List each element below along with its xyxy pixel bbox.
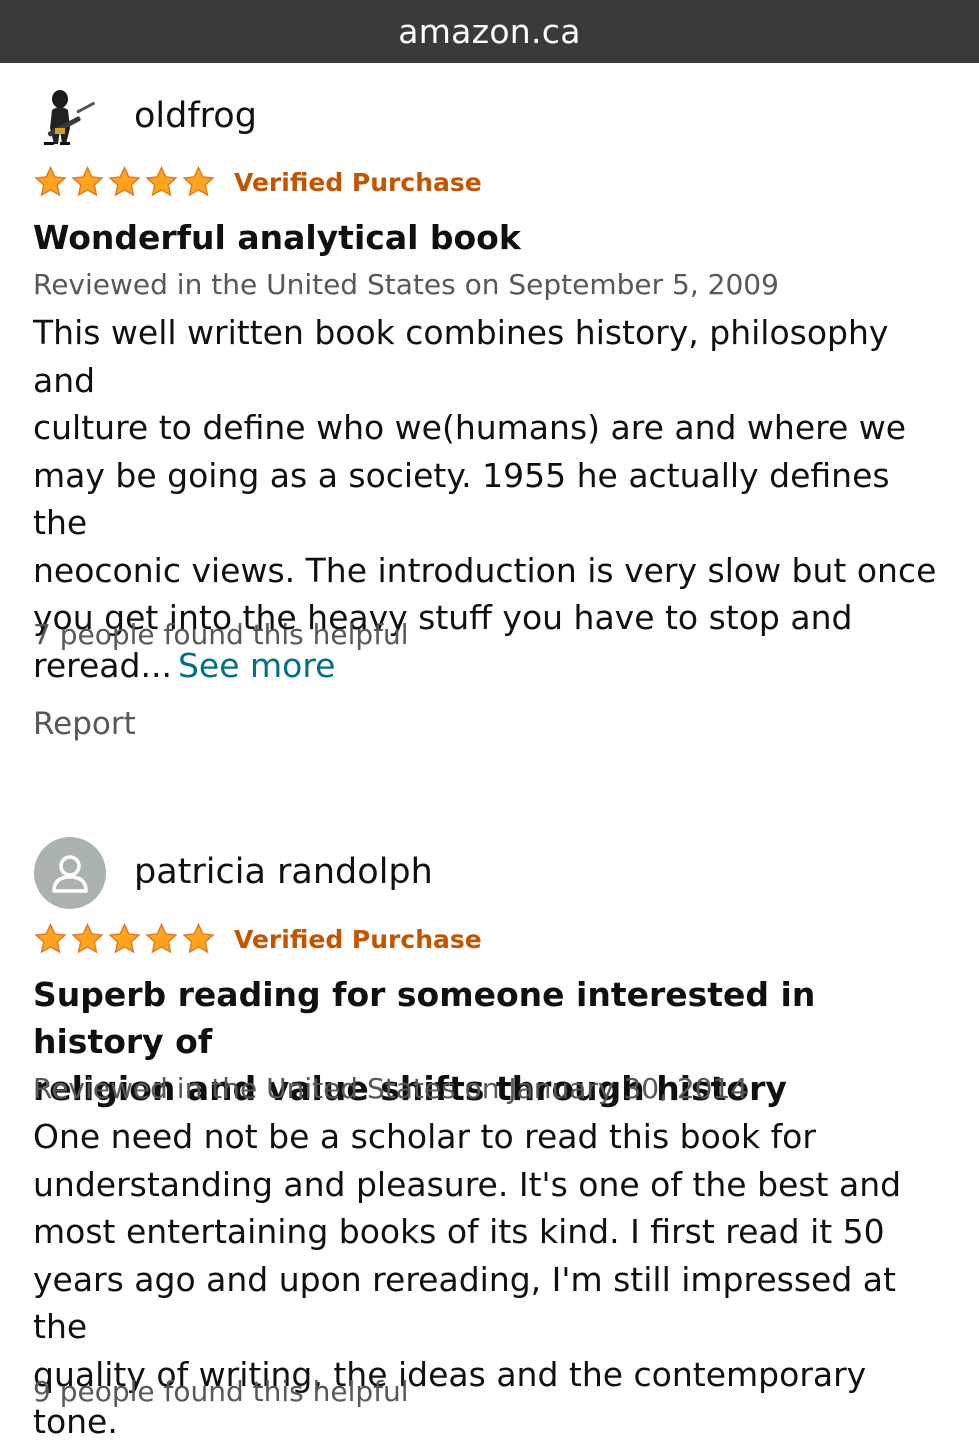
- reviewer-profile[interactable]: patricia randolph: [33, 836, 433, 910]
- star-icon: [71, 165, 104, 197]
- default-user-icon: [34, 837, 106, 909]
- review-body-line: years ago and upon rereading, I'm still …: [33, 1259, 896, 1347]
- review-date: Reviewed in the United States on Septemb…: [33, 268, 779, 301]
- star-icon: [34, 165, 67, 197]
- browser-address-bar[interactable]: amazon.ca: [0, 0, 979, 63]
- star-icon: [182, 922, 215, 954]
- star-icon: [108, 165, 141, 197]
- star-icon: [108, 922, 141, 954]
- reviewer-name[interactable]: oldfrog: [134, 96, 257, 136]
- review-body-line: This well written book combines history,…: [33, 313, 889, 400]
- figure-with-rifle-icon: [44, 90, 95, 145]
- reviewer-profile[interactable]: oldfrog: [33, 80, 257, 154]
- avatar: [33, 80, 107, 154]
- rating-row: Verified Purchase: [33, 162, 482, 202]
- review-body-line: most entertaining books of its kind. I f…: [33, 1212, 885, 1251]
- review-title-line: Superb reading for someone interested in…: [33, 975, 816, 1061]
- review-body-line: neoconic views. The introduction is very…: [33, 550, 937, 590]
- star-rating: [33, 165, 216, 199]
- avatar: [33, 836, 107, 910]
- review-body-line: One need not be a scholar to read this b…: [33, 1117, 816, 1156]
- helpful-count: 7 people found this helpful: [33, 618, 409, 651]
- reviewer-name[interactable]: patricia randolph: [134, 852, 433, 892]
- star-icon: [34, 922, 67, 954]
- star-icon: [182, 165, 215, 197]
- rating-row: Verified Purchase: [33, 919, 482, 959]
- star-rating: [33, 922, 216, 956]
- review-body-line: reread...: [33, 645, 172, 685]
- report-link[interactable]: Report: [33, 706, 136, 742]
- verified-purchase-badge: Verified Purchase: [234, 924, 482, 954]
- review-title[interactable]: Wonderful analytical book: [33, 214, 933, 261]
- review-body-line: culture to define who we(humans) are and…: [33, 408, 907, 447]
- helpful-count: 9 people found this helpful: [33, 1375, 409, 1408]
- review-body-line: may be going as a society. 1955 he actua…: [33, 455, 890, 543]
- see-more-link[interactable]: See more: [178, 646, 336, 685]
- url-text: amazon.ca: [398, 12, 581, 51]
- star-icon: [145, 922, 178, 954]
- review-body-line: understanding and pleasure. It's one of …: [33, 1164, 902, 1204]
- star-icon: [145, 165, 178, 197]
- star-icon: [71, 922, 104, 954]
- verified-purchase-badge: Verified Purchase: [234, 167, 482, 197]
- review-date: Reviewed in the United States on January…: [33, 1072, 749, 1105]
